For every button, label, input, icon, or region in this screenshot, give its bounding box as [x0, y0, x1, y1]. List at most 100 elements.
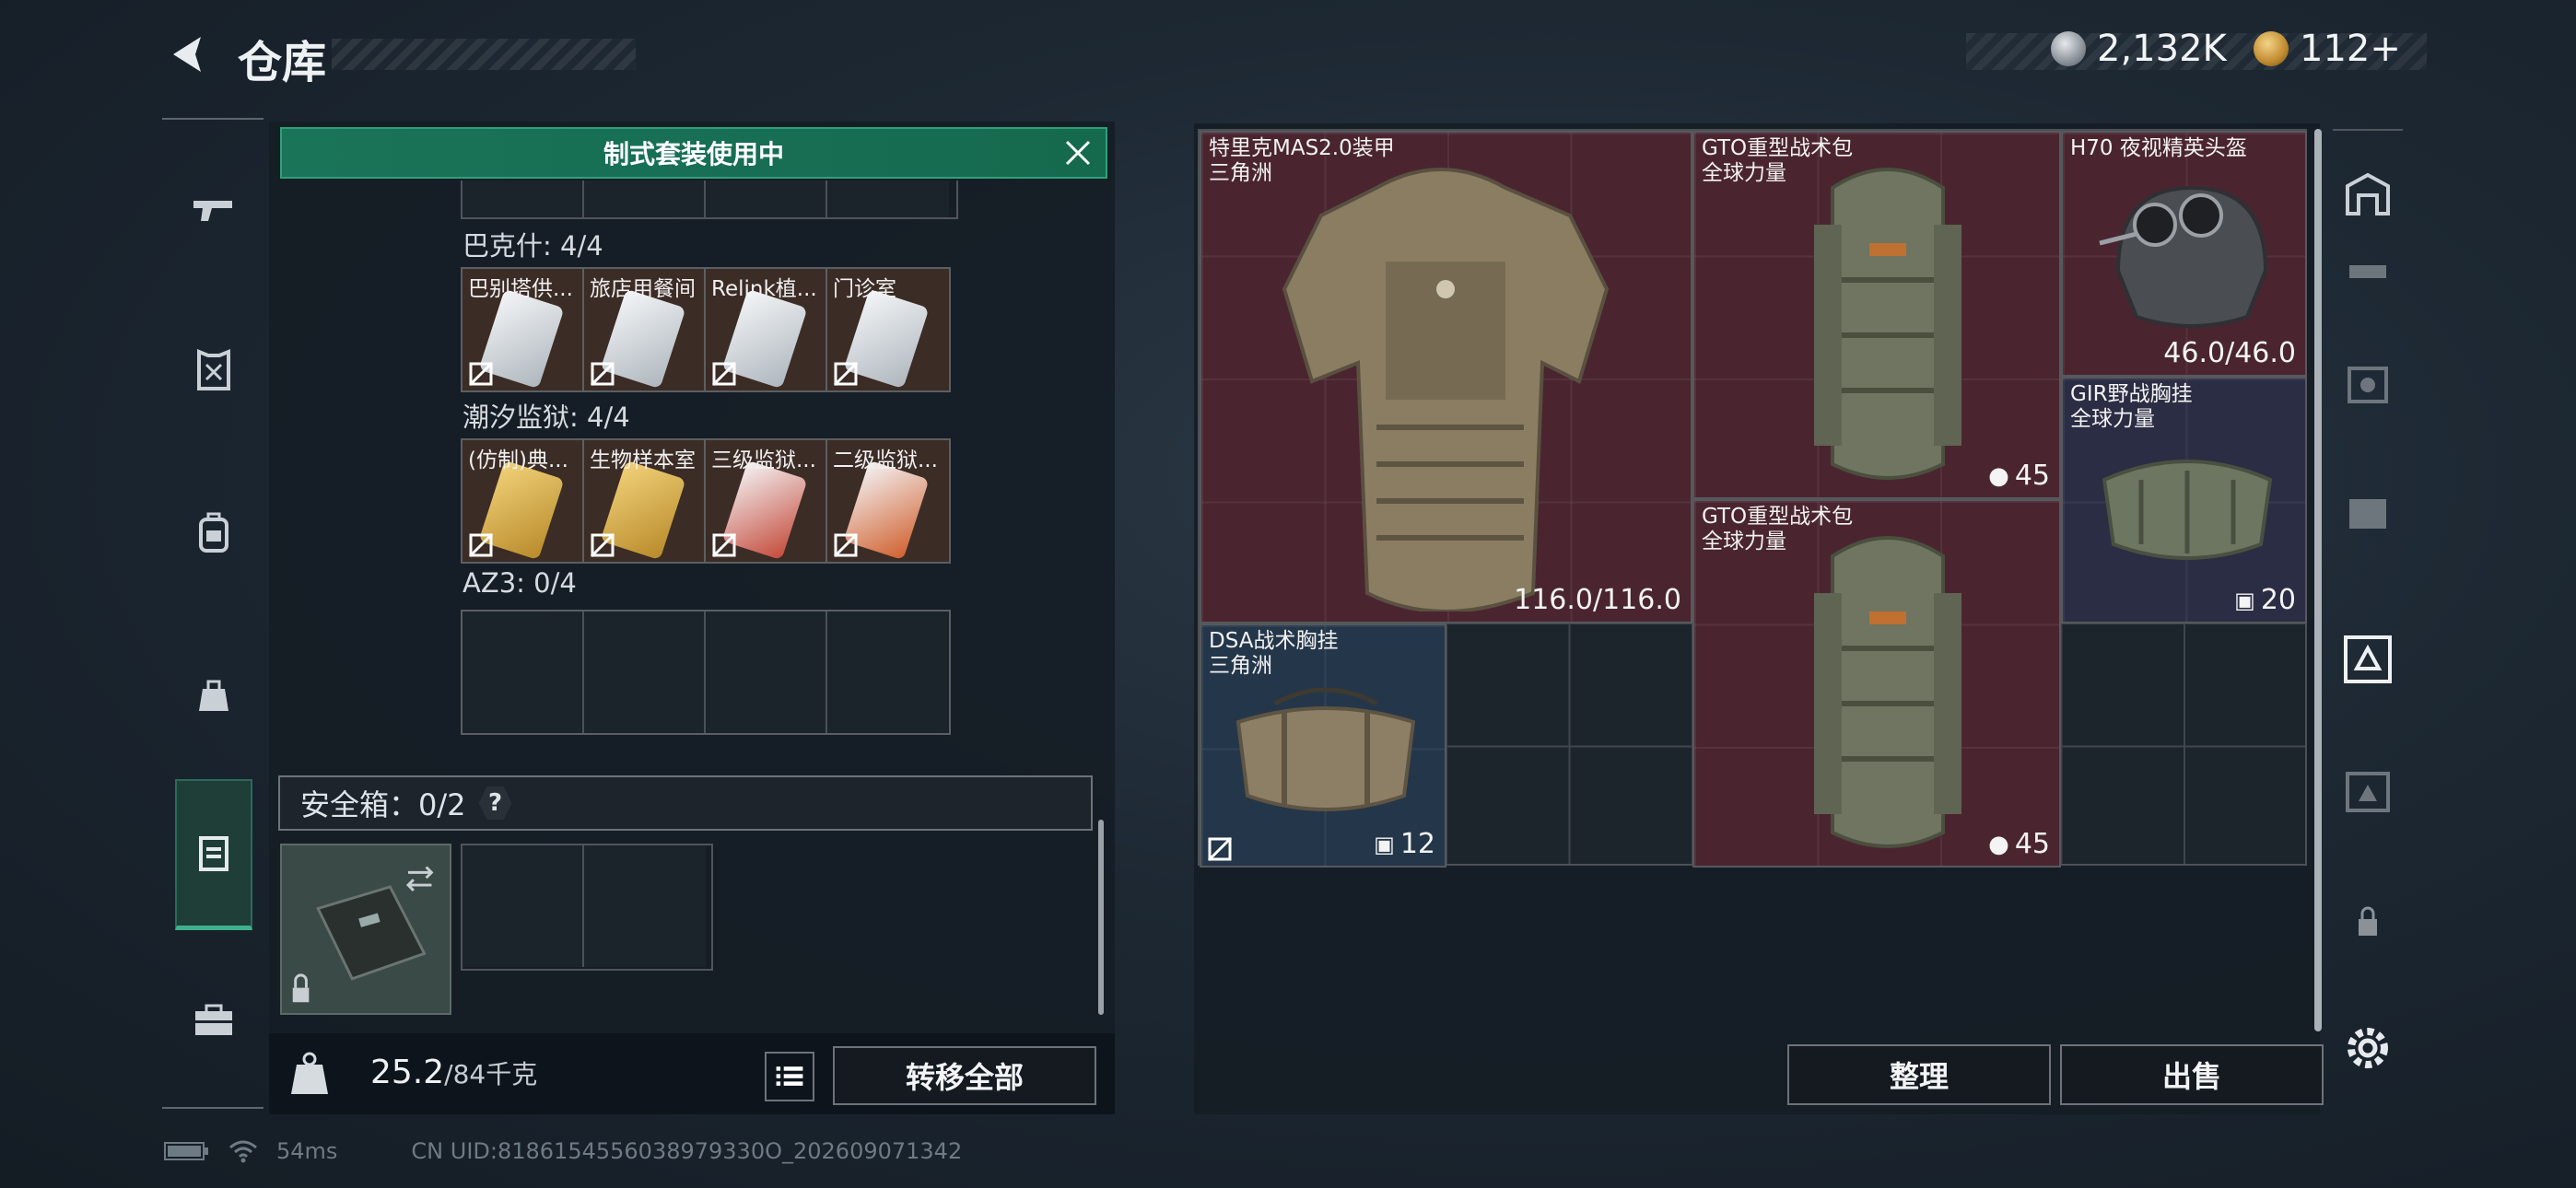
- nav-toolbox[interactable]: [181, 985, 247, 1052]
- currency-gold-value: 112+: [2300, 28, 2401, 70]
- capacity-display: ● 45: [1988, 828, 2050, 860]
- close-icon[interactable]: [1060, 134, 1096, 171]
- back-arrow-icon[interactable]: [164, 31, 210, 77]
- helmet-icon: [2099, 185, 2268, 328]
- stash-item-backpack[interactable]: GTO重型战术包 全球力量 ● 45: [1692, 131, 2061, 499]
- duffel-rig-icon: [1235, 687, 1416, 811]
- keycard-slot[interactable]: Relink植...: [706, 269, 827, 390]
- group-title: AZ3: 0/4: [463, 567, 577, 599]
- currency-gold[interactable]: 112+: [2254, 28, 2401, 70]
- no-trade-icon: [833, 361, 859, 387]
- nav-armor[interactable]: [181, 337, 247, 403]
- weight-max: /84千克: [444, 1059, 538, 1089]
- list-view-button[interactable]: [765, 1052, 814, 1101]
- stash-item-chest-rig[interactable]: GIR野战胸挂 全球力量 ▣ 20: [2061, 377, 2307, 623]
- stash-page-5-selected[interactable]: [2333, 624, 2403, 694]
- stash-page-4[interactable]: [2333, 479, 2403, 549]
- toolbox-icon: [195, 1004, 232, 1035]
- keycard-slot[interactable]: 生物样本室: [584, 440, 706, 562]
- safe-box-item[interactable]: [280, 844, 451, 1015]
- gold-coin-icon: [2254, 31, 2289, 66]
- safe-box-label: 安全箱：0/2: [300, 787, 466, 822]
- title-decor: [332, 39, 636, 70]
- partial-cell: [827, 181, 949, 217]
- left-category-nav: [162, 118, 263, 1109]
- keycard-slot[interactable]: 门诊室: [827, 269, 949, 390]
- stash-page-nav: [2333, 129, 2403, 1087]
- rig-capacity-icon: ▣: [2234, 587, 2255, 613]
- transfer-all-button[interactable]: 转移全部: [833, 1046, 1096, 1105]
- stash-item-armor[interactable]: 特里克MAS2.0装甲 三角洲 116.0/116.0: [1200, 131, 1692, 623]
- nav-backpack[interactable]: [181, 499, 247, 565]
- keycard-slot[interactable]: 旅店用餐间: [584, 269, 706, 390]
- keycard-label: 二级监狱...: [833, 448, 938, 472]
- keycard-row-tide-prison: (仿制)典... 生物样本室 三级监狱... 二级监狱...: [461, 438, 951, 564]
- currency-silver-value: 2,132K: [2097, 28, 2227, 70]
- left-scrollbar[interactable]: [1098, 820, 1104, 1015]
- stash-page-locked[interactable]: [2333, 886, 2403, 956]
- item-origin: 三角洲: [1209, 654, 1272, 678]
- no-trade-icon: [833, 532, 859, 558]
- capacity-value: 45: [2014, 828, 2050, 860]
- item-origin: 全球力量: [2070, 407, 2155, 431]
- stash-page-2[interactable]: [2333, 239, 2403, 309]
- help-icon[interactable]: ?: [478, 786, 512, 820]
- keycard-label: 生物样本室: [590, 448, 696, 472]
- armor-icon: [197, 349, 230, 390]
- sort-button[interactable]: 整理: [1787, 1044, 2051, 1105]
- empty-slot[interactable]: [827, 611, 949, 733]
- right-scrollbar[interactable]: [2314, 129, 2322, 1031]
- weight-display: 25.2/84千克: [370, 1054, 537, 1091]
- keycard-label: (仿制)典...: [468, 448, 568, 472]
- partial-cell: [463, 181, 584, 217]
- item-name-block: DSA战术胸挂 三角洲: [1209, 629, 1338, 679]
- list-icon: [776, 1066, 803, 1086]
- empty-slot[interactable]: [706, 611, 827, 733]
- nav-bag[interactable]: [181, 661, 247, 728]
- safe-box-header: 安全箱：0/2 ?: [278, 775, 1093, 831]
- empty-slot[interactable]: [463, 611, 584, 733]
- backpack-icon: [199, 512, 228, 553]
- sell-button[interactable]: 出售: [2060, 1044, 2324, 1105]
- gear-icon: [2348, 1028, 2388, 1068]
- keycard-label: Relink植...: [711, 277, 817, 301]
- capacity-display: ▣ 20: [2234, 584, 2296, 616]
- item-origin: 三角洲: [1209, 161, 1272, 185]
- item-name: GIR野战胸挂: [2070, 382, 2193, 406]
- settings-button[interactable]: [2333, 1013, 2403, 1083]
- keycard-row-az3: [461, 610, 951, 735]
- item-name-block: 特里克MAS2.0装甲 三角洲: [1209, 136, 1395, 186]
- keycard-slot[interactable]: 二级监狱...: [827, 440, 949, 562]
- stash-home-icon: [2346, 172, 2390, 215]
- stash-page-3[interactable]: [2333, 350, 2403, 420]
- stash-item-backpack[interactable]: GTO重型战术包 全球力量 ● 45: [1692, 499, 2061, 868]
- keycard-row-bakesh: 巴别塔供... 旅店用餐间 Relink植... 门诊室: [461, 267, 951, 392]
- item-name-block: GTO重型战术包 全球力量: [1702, 505, 1853, 554]
- weapon-icon: [193, 201, 232, 221]
- empty-slot[interactable]: [584, 611, 706, 733]
- nav-rig[interactable]: [181, 820, 247, 886]
- durability-value: 116.0/116.0: [1514, 584, 1681, 616]
- keycard-slot[interactable]: 三级监狱...: [706, 440, 827, 562]
- bag-capacity-icon: ●: [1988, 461, 2009, 490]
- keycard-slot[interactable]: (仿制)典...: [463, 440, 584, 562]
- empty-slot[interactable]: [463, 845, 584, 967]
- battery-icon: [164, 1142, 208, 1160]
- item-name-block: GTO重型战术包 全球力量: [1702, 136, 1853, 186]
- keycard-label: 门诊室: [833, 277, 896, 301]
- stash-page-1[interactable]: [2333, 160, 2403, 230]
- empty-slot[interactable]: [584, 845, 706, 967]
- keycard-slot[interactable]: 巴别塔供...: [463, 269, 584, 390]
- stash-page-icon: [2346, 772, 2390, 812]
- weight-icon: [291, 1052, 328, 1094]
- stash-page-icon: [2348, 367, 2388, 403]
- status-bar: 54ms CN UID:8186154556038979330O_2026090…: [164, 1138, 962, 1164]
- nav-weapon[interactable]: [181, 175, 247, 241]
- stash-item-helmet[interactable]: H70 夜视精英头盔 46.0/46.0: [2061, 131, 2307, 377]
- stash-item-chest-rig[interactable]: DSA战术胸挂 三角洲 ▣ 12: [1200, 623, 1446, 868]
- kit-banner-text: 制式套装使用中: [603, 139, 784, 169]
- keycard-label: 旅店用餐间: [590, 277, 696, 301]
- stash-page-6[interactable]: [2333, 757, 2403, 827]
- lock-icon: [2359, 906, 2377, 936]
- rig-icon: [199, 836, 228, 871]
